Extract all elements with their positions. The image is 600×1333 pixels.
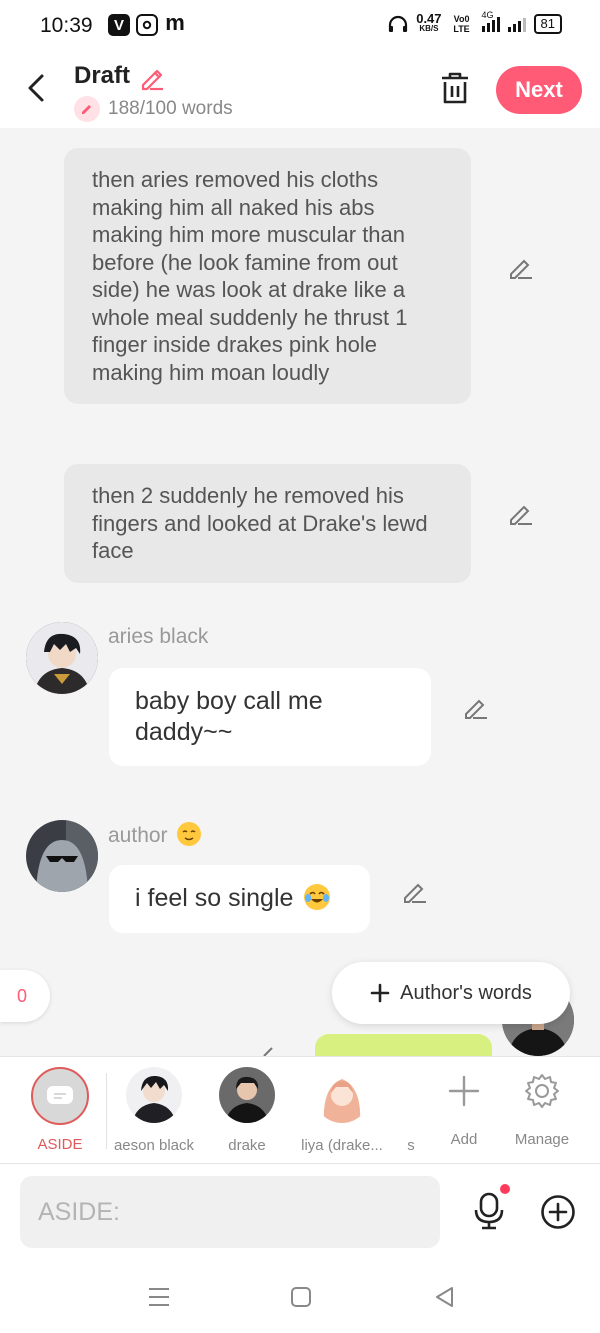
- authors-words-label: Author's words: [400, 981, 532, 1004]
- message-text: i feel so single: [135, 884, 294, 912]
- aside-input[interactable]: [20, 1176, 440, 1248]
- headphones-icon: [389, 15, 408, 32]
- net-speed: 0.47 KB/S: [416, 11, 442, 33]
- chat-bubble-icon: [47, 1086, 73, 1104]
- word-count-label: 188/100 words: [108, 98, 233, 119]
- plus-icon: [448, 1075, 480, 1107]
- character-aside[interactable]: ASIDE: [30, 1067, 90, 1153]
- pencil-icon: [74, 96, 100, 122]
- back-triangle-icon[interactable]: [432, 1284, 458, 1310]
- narration-block[interactable]: then aries removed his cloths making him…: [64, 148, 471, 404]
- character-drake[interactable]: drake: [212, 1067, 282, 1154]
- message-bubble[interactable]: baby boy call me daddy~~: [109, 668, 431, 766]
- character-bar: ASIDE aeson black drake liya (drake... s…: [0, 1056, 600, 1164]
- word-count: 188/100 words: [74, 96, 233, 122]
- next-button[interactable]: Next: [496, 66, 582, 114]
- status-time: 10:39: [40, 14, 93, 37]
- status-right: 0.47 KB/S Vo0 LTE 4G 81: [388, 10, 562, 34]
- edit-icon[interactable]: [462, 694, 490, 722]
- top-bar: Draft 188/100 words Next: [0, 52, 600, 128]
- character-label: aeson black: [113, 1137, 195, 1154]
- trash-icon[interactable]: [438, 70, 472, 106]
- instagram-notification-icon: [136, 14, 158, 36]
- message-bubble-partial[interactable]: [315, 1034, 492, 1056]
- app-m-notification-icon: m: [165, 10, 185, 35]
- microphone-icon[interactable]: [472, 1190, 506, 1230]
- authors-words-button[interactable]: Author's words: [332, 962, 570, 1024]
- character-name: author: [108, 824, 168, 847]
- add-character-button[interactable]: Add: [434, 1067, 494, 1148]
- edit-icon[interactable]: [507, 500, 535, 528]
- rename-pen-icon[interactable]: [138, 64, 166, 92]
- plus-icon: [370, 983, 390, 1003]
- edit-icon-partial[interactable]: [262, 1044, 276, 1056]
- character-name: aries black: [108, 625, 209, 648]
- menu-icon[interactable]: [146, 1284, 172, 1310]
- relieved-face-emoji-icon: [177, 822, 202, 846]
- gear-icon: [525, 1074, 559, 1108]
- avatar: [402, 1067, 420, 1123]
- home-icon[interactable]: [288, 1284, 314, 1310]
- character-label: s: [407, 1137, 415, 1154]
- back-arrow-icon[interactable]: [20, 68, 54, 108]
- avatar: [219, 1067, 275, 1123]
- mic-notification-dot: [500, 1184, 510, 1194]
- status-bar: 10:39 V m 0.47 KB/S Vo0 LTE 4G 81: [0, 0, 600, 52]
- vimeo-notification-icon: V: [108, 14, 130, 36]
- character-liya[interactable]: liya (drake...: [296, 1067, 388, 1154]
- message-bubble[interactable]: i feel so single: [109, 865, 370, 933]
- character-label: drake: [228, 1137, 266, 1154]
- aside-avatar: [31, 1067, 89, 1125]
- edit-icon[interactable]: [401, 878, 429, 906]
- page-title: Draft: [74, 62, 131, 89]
- manage-characters-button[interactable]: Manage: [508, 1067, 576, 1148]
- add-circle-icon[interactable]: [540, 1194, 576, 1230]
- chat-area[interactable]: then aries removed his cloths making him…: [0, 128, 600, 1056]
- divider: [106, 1073, 107, 1149]
- add-label: Add: [450, 1131, 478, 1148]
- volte-indicator: Vo0 LTE: [453, 14, 470, 34]
- avatar: [126, 1067, 182, 1123]
- manage-label: Manage: [514, 1131, 570, 1148]
- battery-indicator: 81: [533, 14, 562, 34]
- narration-block[interactable]: then 2 suddenly he removed his fingers a…: [64, 464, 471, 583]
- signal-4g: 4G: [481, 10, 500, 32]
- avatar-aries-black[interactable]: [26, 622, 98, 694]
- system-navigation-bar: [0, 1264, 600, 1333]
- avatar: [314, 1067, 370, 1123]
- author-label-row: author: [108, 822, 202, 848]
- character-aeson-black[interactable]: aeson black: [112, 1067, 196, 1154]
- character-label: ASIDE: [37, 1136, 83, 1153]
- signal-bars-2-icon: [507, 16, 526, 32]
- tears-of-joy-emoji-icon: [304, 884, 331, 910]
- edit-icon[interactable]: [507, 254, 535, 282]
- avatar-author[interactable]: [26, 820, 98, 892]
- comment-count-chip[interactable]: 0: [0, 970, 50, 1022]
- character-partial[interactable]: s: [402, 1067, 420, 1154]
- composer: [0, 1164, 600, 1264]
- character-label: liya (drake...: [301, 1137, 383, 1154]
